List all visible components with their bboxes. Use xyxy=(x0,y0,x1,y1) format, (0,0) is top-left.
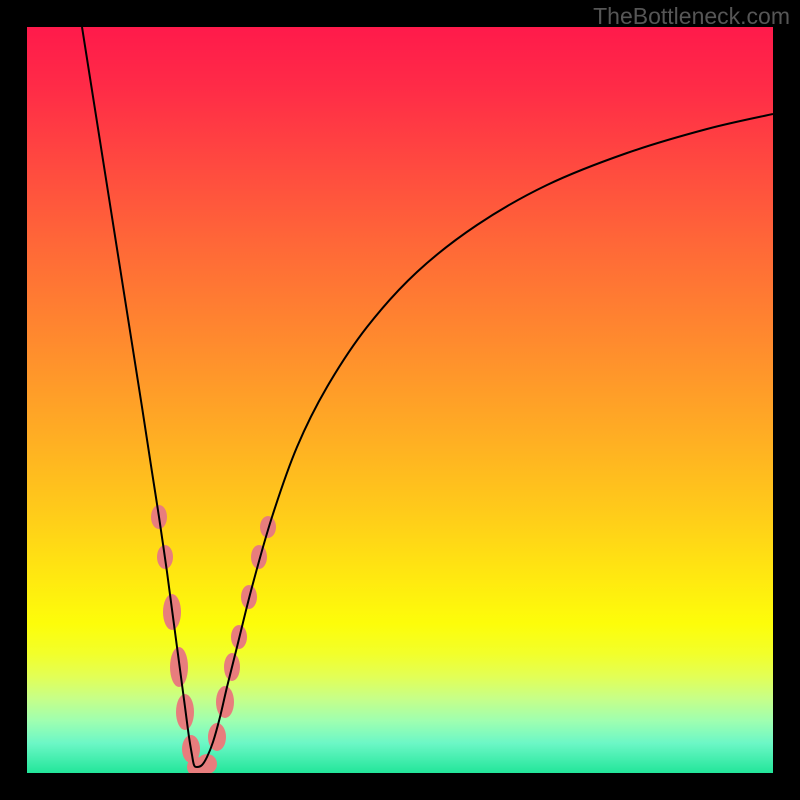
curve-layer xyxy=(27,27,773,773)
chart-container: TheBottleneck.com xyxy=(0,0,800,800)
plot-area xyxy=(27,27,773,773)
watermark-text: TheBottleneck.com xyxy=(593,3,790,30)
data-marker xyxy=(251,545,267,569)
marker-group xyxy=(151,505,276,773)
data-marker xyxy=(216,686,234,718)
